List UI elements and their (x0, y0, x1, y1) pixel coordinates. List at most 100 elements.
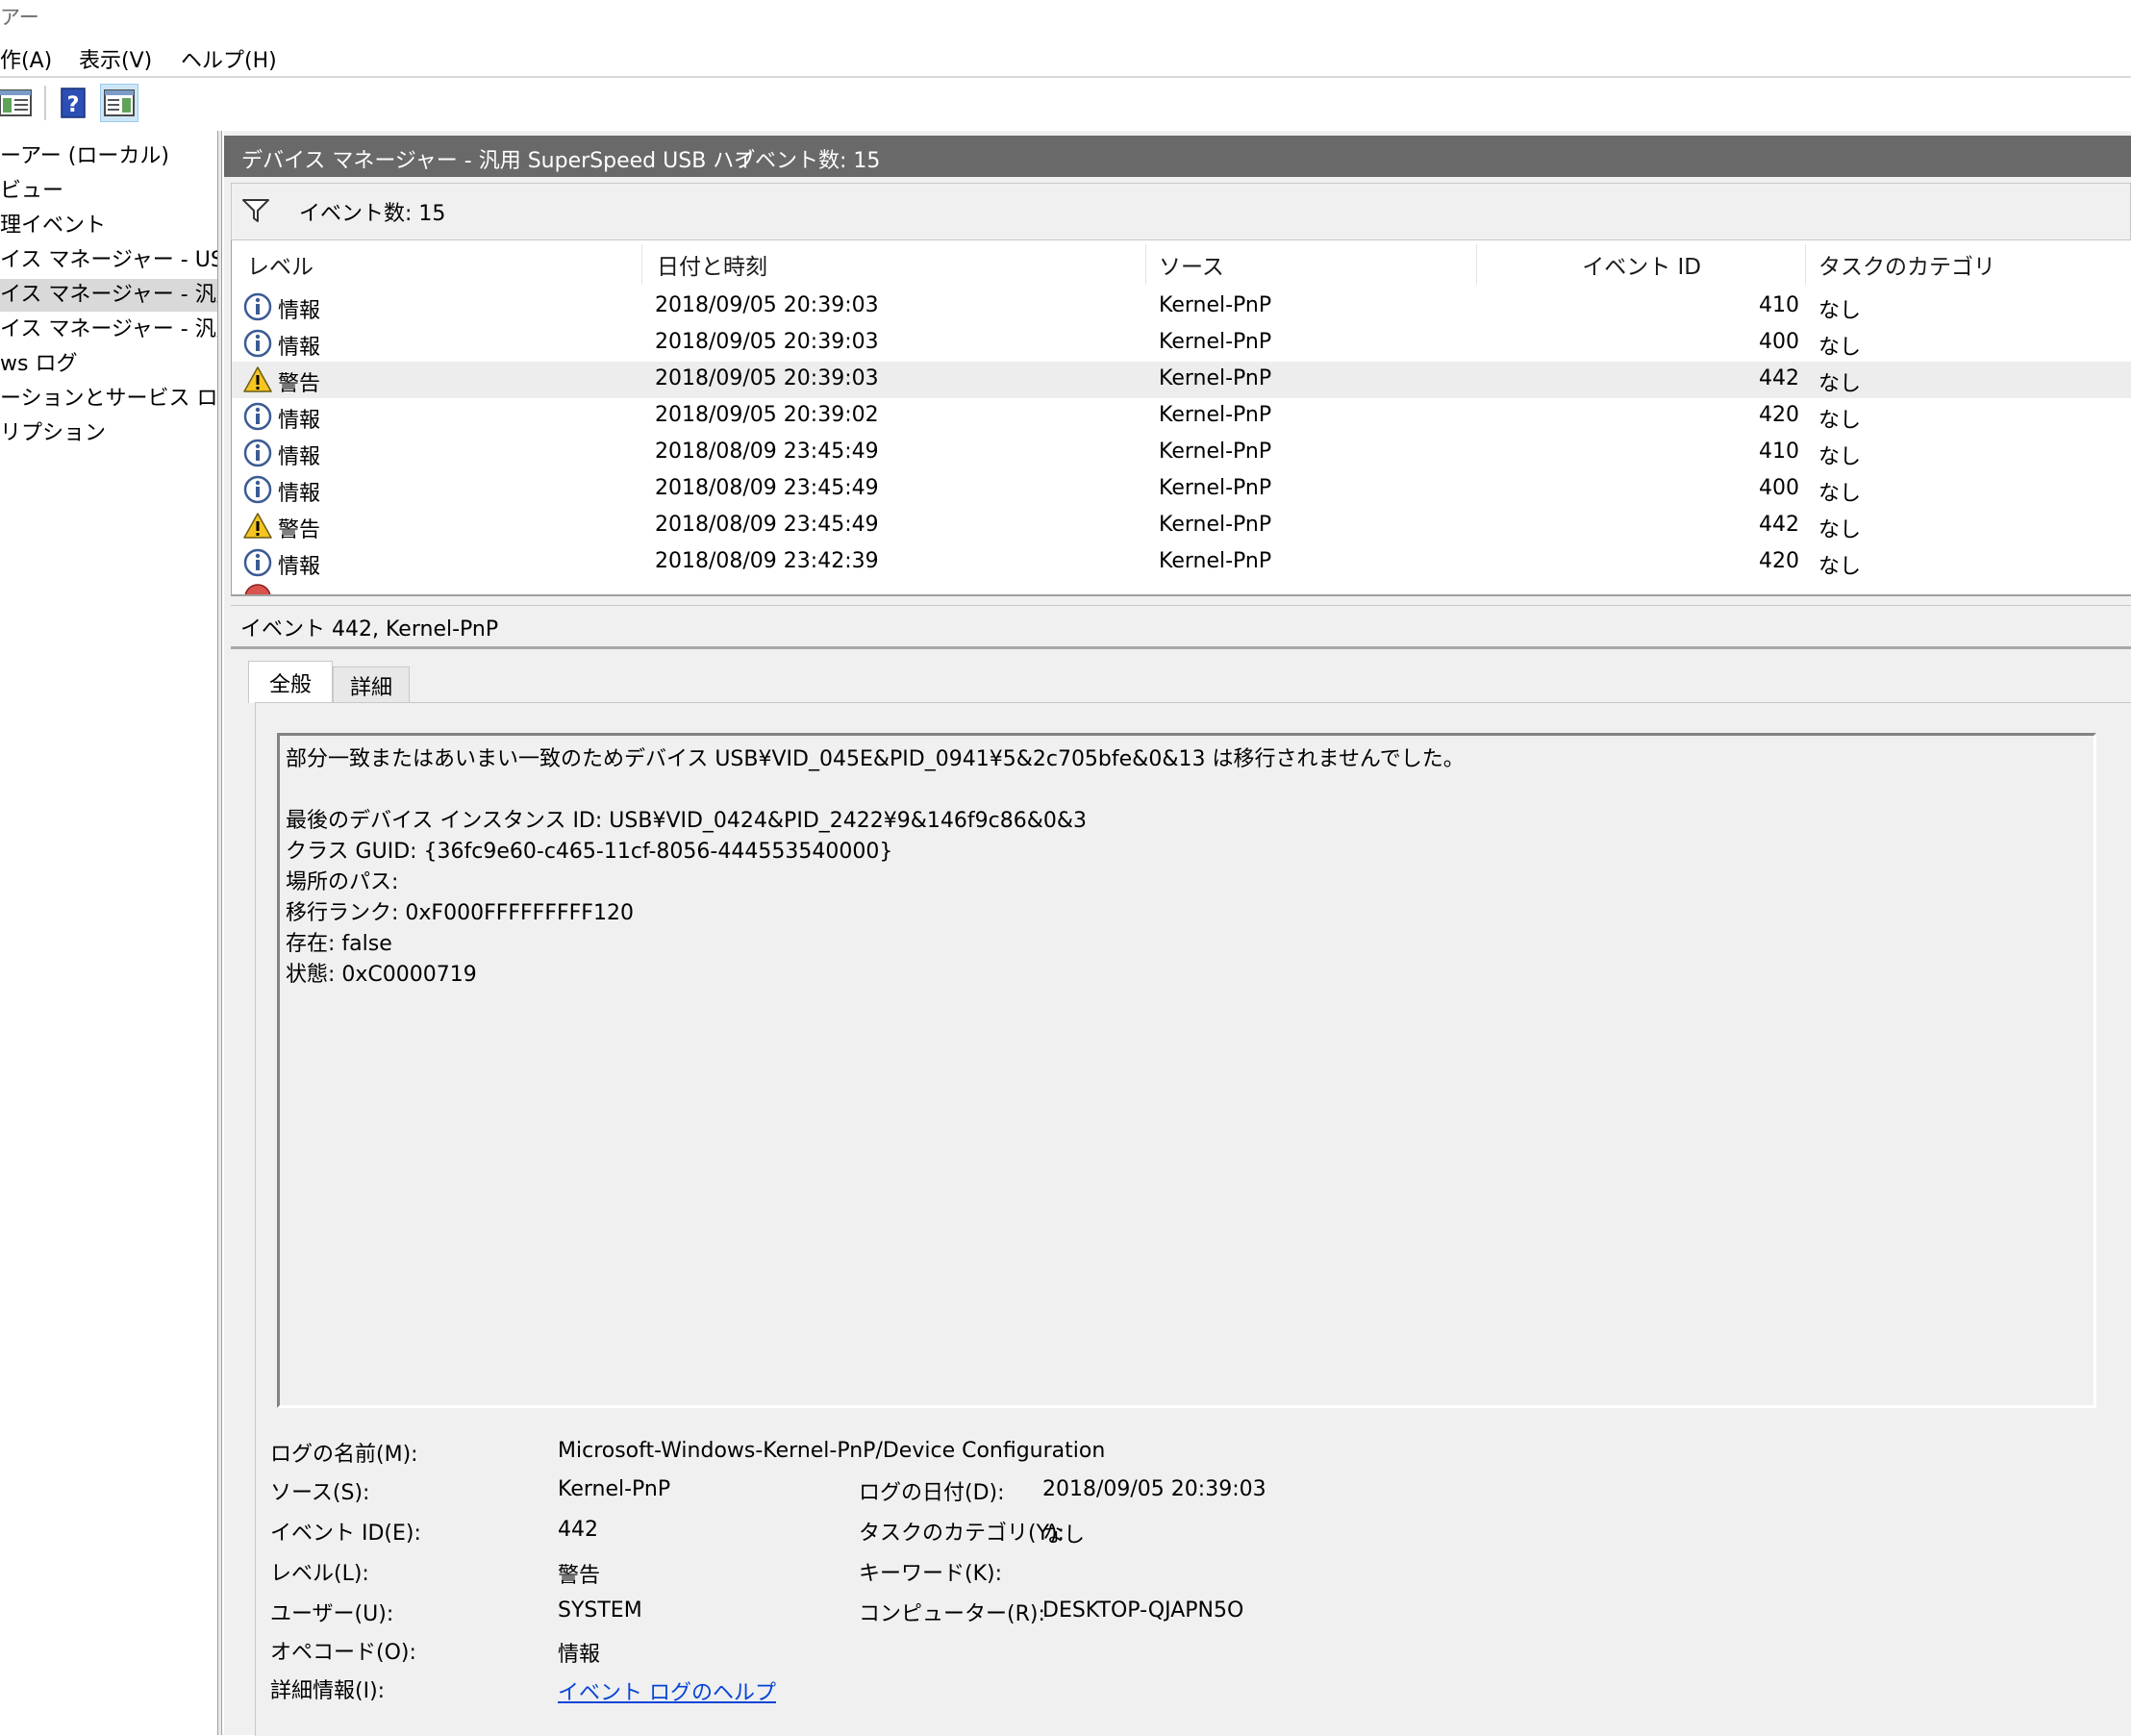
col-level[interactable]: レベル (247, 248, 313, 281)
cell-task-category: なし (1818, 299, 1862, 323)
tree-item-custom-views[interactable]: ビュー (0, 175, 217, 208)
toolbar: ? (0, 78, 2131, 126)
column-divider[interactable] (1145, 244, 1146, 285)
cell-level: 情報 (278, 409, 321, 433)
cell-source: Kernel-PnP (1159, 549, 1272, 573)
cell-event-id: 420 (1759, 549, 1799, 573)
help-button[interactable]: ? (54, 84, 92, 122)
show-hide-action-pane-button[interactable] (100, 84, 138, 122)
cell-event-id: 400 (1759, 330, 1799, 354)
cell-source: Kernel-PnP (1159, 330, 1272, 354)
cell-level: 警告 (278, 518, 321, 542)
info-icon (243, 329, 272, 358)
help-icon: ? (61, 88, 86, 118)
cell-task-category: なし (1818, 555, 1862, 579)
tree-item-subscriptions[interactable]: リプション (0, 417, 217, 450)
log-name-label: ログの名前(M): (270, 1443, 418, 1467)
computer-value: DESKTOP-QJAPN5O (1042, 1598, 1244, 1623)
column-divider[interactable] (1805, 244, 1806, 285)
col-task-category[interactable]: タスクのカテゴリ (1818, 248, 1995, 281)
cell-event-id: 400 (1759, 476, 1799, 500)
event-log-help-link[interactable]: イベント ログのヘルプ (558, 1675, 776, 1706)
tree-item-apps-services-logs[interactable]: ーションとサービス ログ (0, 383, 217, 415)
message-line: クラス GUID: {36fc9e60-c465-11cf-8056-44455… (286, 840, 893, 864)
cell-task-category: なし (1818, 445, 1862, 469)
menu-help[interactable]: ヘルプ(H) (181, 43, 277, 74)
tree-item-root[interactable]: ーアー (ローカル) (0, 140, 217, 173)
filter-icon[interactable] (241, 197, 270, 224)
window-title: アー (0, 6, 39, 29)
menu-action[interactable]: 作(A) (0, 43, 52, 74)
task-category-value: なし (1042, 1523, 1086, 1547)
cell-event-id: 420 (1759, 403, 1799, 427)
tree-item-device-manager-usb-hub[interactable]: イス マネージャー - 汎用 U (0, 314, 217, 346)
cell-datetime: 2018/08/09 23:45:49 (655, 440, 879, 464)
event-message-box[interactable]: 部分一致またはあいまい一致のためデバイス USB¥VID_045E&PID_09… (277, 733, 2096, 1408)
message-line: 状態: 0xC0000719 (286, 963, 477, 987)
table-row[interactable]: 情報 2018/09/05 20:39:03 Kernel-PnP 400 なし (232, 325, 2131, 362)
tab-details[interactable]: 詳細 (333, 667, 410, 703)
tab-general[interactable]: 全般 (248, 661, 333, 703)
pane-title: デバイス マネージャー - 汎用 SuperSpeed USB ハブ (241, 149, 756, 173)
computer-label: コンピューター(R): (859, 1602, 1045, 1626)
info-icon (243, 292, 272, 321)
cell-event-id: 410 (1759, 440, 1799, 464)
cell-datetime: 2018/09/05 20:39:03 (655, 330, 879, 354)
cell-datetime: 2018/09/05 20:39:03 (655, 366, 879, 390)
cell-event-id: 442 (1759, 366, 1799, 390)
filter-bar: イベント数: 15 (231, 183, 2131, 240)
info-icon (243, 475, 272, 504)
table-row[interactable]: 情報 2018/09/05 20:39:03 Kernel-PnP 410 なし (232, 289, 2131, 325)
log-name-value: Microsoft-Windows-Kernel-PnP/Device Conf… (558, 1439, 1106, 1463)
table-row[interactable]: 情報 2018/08/09 23:45:49 Kernel-PnP 410 なし (232, 435, 2131, 471)
detail-title: イベント 442, Kernel-PnP (240, 617, 499, 642)
cell-datetime: 2018/09/05 20:39:03 (655, 293, 879, 317)
cell-level: 情報 (278, 555, 321, 579)
toolbar-separator (44, 86, 46, 120)
cell-source: Kernel-PnP (1159, 403, 1272, 427)
table-row[interactable]: 情報 2018/08/09 23:45:49 Kernel-PnP 400 なし (232, 471, 2131, 508)
warning-icon (243, 366, 272, 392)
tree-item-admin-events[interactable]: 理イベント (0, 210, 217, 242)
column-divider[interactable] (1476, 244, 1477, 285)
filter-count: イベント数: 15 (299, 202, 446, 226)
error-icon (244, 584, 271, 594)
cell-datetime: 2018/08/09 23:45:49 (655, 513, 879, 537)
cell-source: Kernel-PnP (1159, 366, 1272, 390)
col-source[interactable]: ソース (1159, 248, 1224, 281)
info-icon (243, 548, 272, 577)
cell-level: 情報 (278, 445, 321, 469)
tree-item-windows-logs[interactable]: ws ログ (0, 348, 217, 381)
svg-text:?: ? (67, 93, 80, 117)
table-row[interactable]: 警告 2018/08/09 23:45:49 Kernel-PnP 442 なし (232, 508, 2131, 544)
table-row[interactable]: 情報 2018/08/09 23:42:39 Kernel-PnP 420 なし (232, 544, 2131, 581)
show-hide-tree-button[interactable] (0, 84, 35, 122)
preview-splitter[interactable] (231, 594, 2131, 606)
cell-task-category: なし (1818, 372, 1862, 396)
tree-item-device-manager-superspeed[interactable]: イス マネージャー - 汎用 S (0, 279, 217, 312)
cell-task-category: なし (1818, 336, 1862, 360)
cell-source: Kernel-PnP (1159, 293, 1272, 317)
event-list: レベル 日付と時刻 ソース イベント ID タスクのカテゴリ 情報 2018/09… (231, 240, 2131, 594)
more-info-label: 詳細情報(I): (270, 1679, 386, 1703)
message-line: 部分一致またはあいまい一致のためデバイス USB¥VID_045E&PID_09… (286, 747, 1465, 771)
title-bar: アー (0, 0, 2131, 35)
tree-item-device-manager-usb-root[interactable]: イス マネージャー - USB ル (0, 244, 217, 277)
cell-source: Kernel-PnP (1159, 476, 1272, 500)
table-row[interactable]: 警告 2018/09/05 20:39:03 Kernel-PnP 442 なし (232, 362, 2131, 398)
source-label: ソース(S): (270, 1481, 370, 1505)
cell-datetime: 2018/09/05 20:39:02 (655, 403, 879, 427)
message-line: 存在: false (286, 932, 392, 956)
logged-label: ログの日付(D): (859, 1481, 1005, 1505)
col-datetime[interactable]: 日付と時刻 (657, 248, 767, 281)
cell-event-id: 410 (1759, 293, 1799, 317)
cell-datetime: 2018/08/09 23:42:39 (655, 549, 879, 573)
table-row[interactable]: 情報 2018/09/05 20:39:02 Kernel-PnP 420 なし (232, 398, 2131, 435)
pane-event-count: イベント数: 15 (734, 149, 881, 173)
column-divider[interactable] (641, 244, 642, 285)
opcode-value: 情報 (558, 1643, 601, 1667)
task-category-label: タスクのカテゴリ(Y): (859, 1522, 1066, 1546)
pane-splitter[interactable] (217, 131, 222, 1735)
message-line: 場所のパス: (286, 870, 399, 894)
menu-view[interactable]: 表示(V) (79, 43, 152, 74)
